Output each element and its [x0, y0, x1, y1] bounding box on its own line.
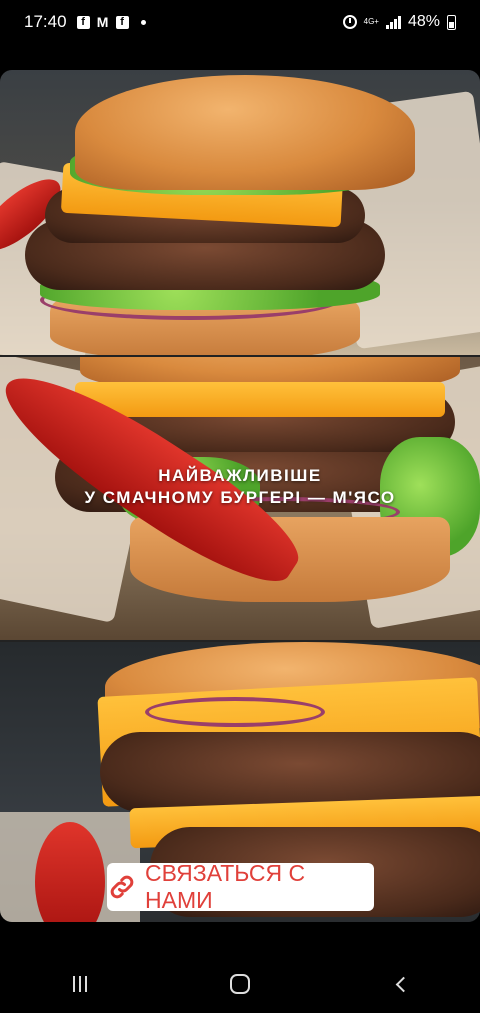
status-time: 17:40	[24, 12, 67, 31]
battery-percent: 48%	[407, 13, 440, 30]
caption-line-2: У СМАЧНОМУ БУРГЕРІ — М'ЯСО	[84, 488, 396, 507]
home-icon	[230, 974, 250, 994]
network-type: 4G+	[363, 17, 379, 26]
status-bar: 17:40 f M f 4G+ 48%	[0, 0, 480, 44]
more-notifications-dot	[140, 19, 146, 25]
contact-us-label: СВЯЗАТЬСЯ С НАМИ	[145, 860, 306, 913]
facebook-icon: f	[115, 15, 129, 29]
alarm-icon	[342, 15, 357, 29]
battery-icon	[447, 14, 456, 30]
status-left: 17:40 f M f	[24, 12, 146, 32]
home-button[interactable]	[210, 964, 270, 1004]
status-right: 4G+ 48%	[342, 13, 456, 31]
link-icon	[107, 872, 137, 902]
back-button[interactable]	[370, 964, 430, 1004]
facebook-icon: f	[76, 15, 90, 29]
navigation-bar	[0, 955, 480, 1013]
contact-us-button[interactable]: СВЯЗАТЬСЯ С НАМИ	[107, 860, 374, 913]
story-media[interactable]: НАЙВАЖЛИВІШЕ У СМАЧНОМУ БУРГЕРІ — М'ЯСО …	[0, 70, 480, 922]
gmail-icon: M	[96, 14, 109, 30]
caption-line-1: НАЙВАЖЛИВІШЕ	[158, 466, 322, 485]
burger-photo-top	[0, 70, 480, 355]
recent-apps-icon	[73, 976, 87, 992]
signal-icon	[385, 15, 401, 29]
back-icon	[395, 976, 411, 992]
recent-apps-button[interactable]	[50, 964, 110, 1004]
story-caption: НАЙВАЖЛИВІШЕ У СМАЧНОМУ БУРГЕРІ — М'ЯСО	[0, 465, 480, 509]
